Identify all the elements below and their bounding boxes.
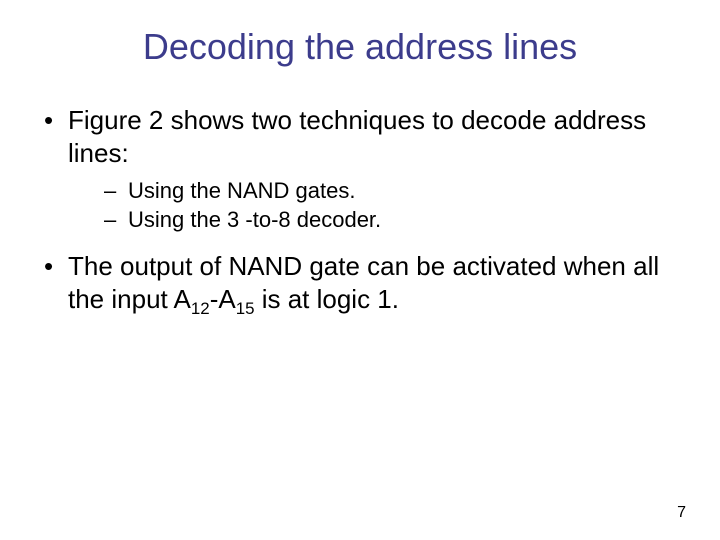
sub-item-1: Using the NAND gates. (68, 177, 680, 206)
subscript-15: 15 (236, 299, 255, 318)
bullet2-part2: is at logic 1. (254, 284, 399, 314)
page-number: 7 (677, 504, 686, 522)
bullet-item-1: Figure 2 shows two techniques to decode … (40, 104, 680, 234)
main-bullet-list: Figure 2 shows two techniques to decode … (40, 104, 680, 315)
sub-list: Using the NAND gates. Using the 3 -to-8 … (68, 177, 680, 234)
bullet-text-1: Figure 2 shows two techniques to decode … (68, 105, 646, 168)
sub-item-2: Using the 3 -to-8 decoder. (68, 206, 680, 235)
bullet2-mid: -A (210, 284, 236, 314)
bullet-item-2: The output of NAND gate can be activated… (40, 250, 680, 315)
slide-title: Decoding the address lines (40, 26, 680, 68)
subscript-12: 12 (191, 299, 210, 318)
